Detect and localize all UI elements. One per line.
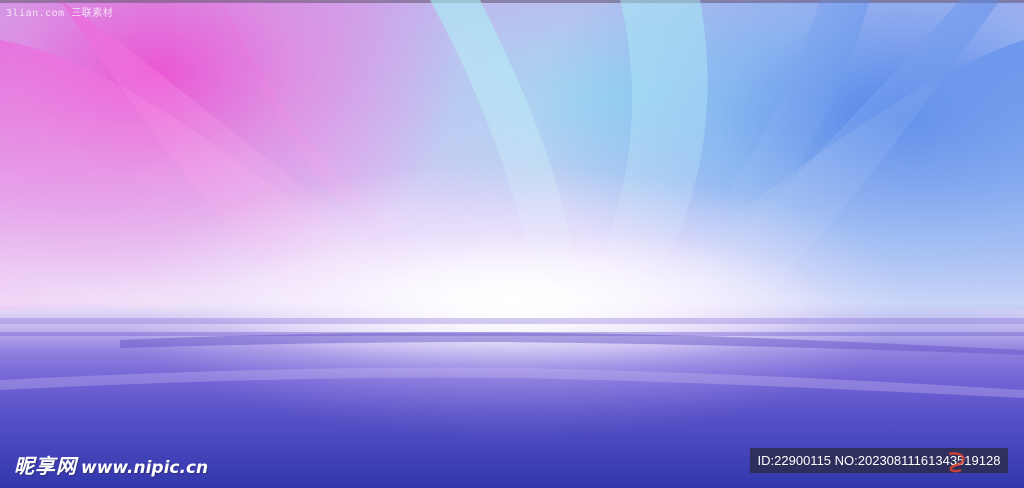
watermark-top: 3lian.com 三联素材: [6, 8, 114, 19]
nipic-brand: 昵享网: [14, 454, 77, 478]
horizon-band-1: [0, 318, 1024, 324]
nipic-watermark: 昵享网 www.nipic.cn: [14, 450, 208, 479]
image-id-badge: ID:22900115 NO:20230811161343519128: [750, 448, 1008, 473]
light-streaks: [0, 0, 1024, 488]
nipic-url: www.nipic.cn: [81, 458, 209, 478]
abstract-background-image: 3lian.com 三联素材 昵享网 www.nipic.cn ID:229001…: [0, 0, 1024, 488]
